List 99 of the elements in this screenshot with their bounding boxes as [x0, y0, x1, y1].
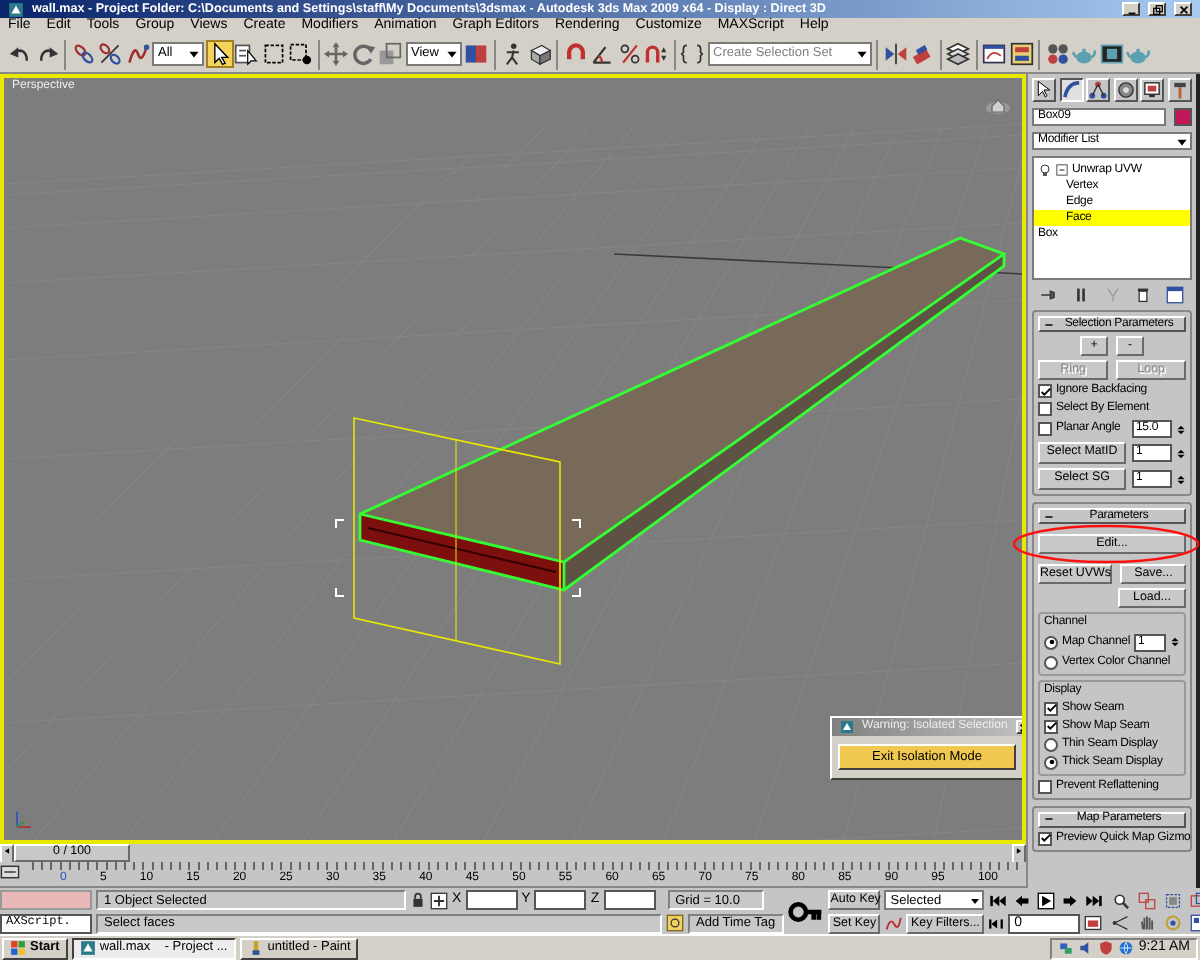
globe-icon[interactable]	[1118, 940, 1135, 956]
minus-icon[interactable]	[1044, 814, 1054, 825]
light-bulb-icon[interactable]	[1038, 163, 1052, 177]
close-icon[interactable]	[1177, 3, 1189, 15]
cube-icon[interactable]	[527, 42, 551, 66]
broken-chain-icon[interactable]	[98, 42, 122, 66]
rotate-icon[interactable]	[351, 42, 375, 66]
box-with-gizmo-drawing[interactable]	[335, 236, 1007, 665]
zoom-all-icon[interactable]	[1138, 891, 1157, 910]
absolute-mode-icon[interactable]	[430, 891, 448, 910]
y-coordinate-field[interactable]	[534, 890, 587, 911]
scale-icon[interactable]	[378, 42, 402, 66]
dropdown-arrow-icon[interactable]	[853, 46, 869, 62]
redo-icon[interactable]	[35, 42, 59, 66]
minus-icon[interactable]	[1044, 511, 1054, 521]
magnet-icon[interactable]	[563, 42, 587, 66]
time-configuration-icon[interactable]	[1084, 914, 1103, 933]
orbit-icon[interactable]	[1164, 914, 1183, 933]
app-icon	[8, 1, 24, 17]
angle-snap-icon[interactable]	[590, 42, 614, 66]
axis-tripod-icon	[12, 808, 36, 832]
checkbox[interactable]	[1038, 831, 1052, 846]
checkbox[interactable]	[1044, 719, 1058, 734]
radio-dot-icon	[1047, 758, 1055, 767]
listener-output-field[interactable]	[0, 890, 92, 911]
zoom-extents-icon[interactable]	[1164, 891, 1183, 910]
schematic-icon[interactable]	[1009, 42, 1033, 66]
radio-dot-icon	[1047, 638, 1055, 647]
pointer-star-icon[interactable]	[1034, 80, 1054, 100]
radio-button[interactable]	[1044, 635, 1058, 650]
pan-hand-icon[interactable]	[1138, 914, 1157, 933]
monitor-icon[interactable]	[1142, 80, 1163, 100]
configure-icon[interactable]	[1166, 286, 1184, 304]
dropdown-arrow-icon[interactable]	[443, 46, 459, 62]
list-pointer-icon[interactable]	[234, 42, 258, 66]
app-icon	[840, 720, 854, 734]
next-frame-button[interactable]	[1012, 843, 1026, 863]
mirror-icon[interactable]	[883, 42, 907, 66]
brackets-icon[interactable]	[680, 42, 704, 66]
radio-button[interactable]	[1044, 755, 1058, 770]
spinner-arrows-icon[interactable]	[1170, 634, 1180, 651]
checkmark-icon	[1039, 832, 1051, 845]
undo-icon[interactable]	[8, 42, 32, 66]
checkbox[interactable]	[1038, 402, 1052, 416]
radio-button[interactable]	[1044, 737, 1058, 752]
previous-frame-button[interactable]	[0, 843, 14, 863]
spinner-arrows-icon[interactable]	[1176, 445, 1186, 461]
paint-icon	[247, 940, 264, 956]
hammer-icon[interactable]	[1169, 80, 1190, 100]
checkmark-icon	[1039, 385, 1051, 397]
wheel-icon[interactable]	[1115, 80, 1136, 100]
chain-link-icon[interactable]	[71, 42, 95, 66]
go-to-end-icon[interactable]	[1084, 891, 1105, 910]
play-icon[interactable]	[1036, 891, 1057, 910]
zoom-icon[interactable]	[1112, 891, 1131, 910]
spinner-arrows-icon[interactable]	[1176, 421, 1186, 437]
checkbox[interactable]	[1038, 779, 1052, 794]
squiggle-link-icon[interactable]	[125, 42, 149, 66]
layers-icon[interactable]	[946, 42, 970, 66]
checkbox[interactable]	[1038, 384, 1052, 398]
spheres-icon[interactable]	[1045, 42, 1069, 66]
dropdown-arrow-icon[interactable]	[186, 46, 202, 62]
percent-snap-icon[interactable]	[617, 42, 641, 66]
key-curve-icon[interactable]	[884, 914, 903, 933]
network-icon[interactable]	[1058, 940, 1075, 956]
field-of-view-icon[interactable]	[1112, 914, 1131, 933]
next-frame-icon[interactable]	[1060, 891, 1081, 910]
windows-flag-icon	[10, 940, 26, 956]
render-frame-icon[interactable]	[1099, 42, 1123, 66]
filter-key-icon[interactable]	[0, 862, 20, 882]
object-color-swatch[interactable]	[1174, 108, 1192, 126]
stick-figure-icon[interactable]	[500, 42, 524, 66]
hierarchy-icon[interactable]	[1088, 80, 1109, 100]
x-coordinate-field[interactable]	[465, 890, 518, 911]
minus-icon[interactable]	[1044, 319, 1054, 329]
previous-frame-icon[interactable]	[1012, 891, 1033, 910]
move-icon[interactable]	[324, 42, 348, 66]
time-tag-icon[interactable]	[666, 914, 684, 933]
pin-icon[interactable]	[1040, 286, 1058, 304]
curve-arc-icon[interactable]	[1061, 80, 1082, 100]
shield-icon[interactable]	[1098, 940, 1115, 956]
collapse-box-icon[interactable]	[1056, 164, 1068, 176]
dashed-rectangle-icon[interactable]	[261, 42, 285, 66]
restore-icon[interactable]	[1151, 3, 1163, 15]
radio-button[interactable]	[1044, 655, 1058, 670]
lock-icon[interactable]	[410, 892, 426, 909]
z-coordinate-field[interactable]	[603, 890, 656, 911]
spinner-snap-icon[interactable]	[644, 42, 668, 66]
align-icon[interactable]	[910, 42, 934, 66]
curve-editor-icon[interactable]	[982, 42, 1006, 66]
pause-bars-icon[interactable]	[1071, 286, 1090, 304]
pivot-squares-icon[interactable]	[464, 42, 488, 66]
checkbox[interactable]	[1044, 701, 1058, 716]
go-to-start-icon[interactable]	[988, 891, 1009, 910]
key-mode-toggle-icon[interactable]	[988, 915, 1005, 932]
checkbox[interactable]	[1038, 422, 1052, 436]
dropdown-arrow-icon[interactable]	[968, 893, 983, 908]
spinner-arrows-icon[interactable]	[1176, 471, 1186, 487]
trash-icon[interactable]	[1134, 286, 1153, 304]
